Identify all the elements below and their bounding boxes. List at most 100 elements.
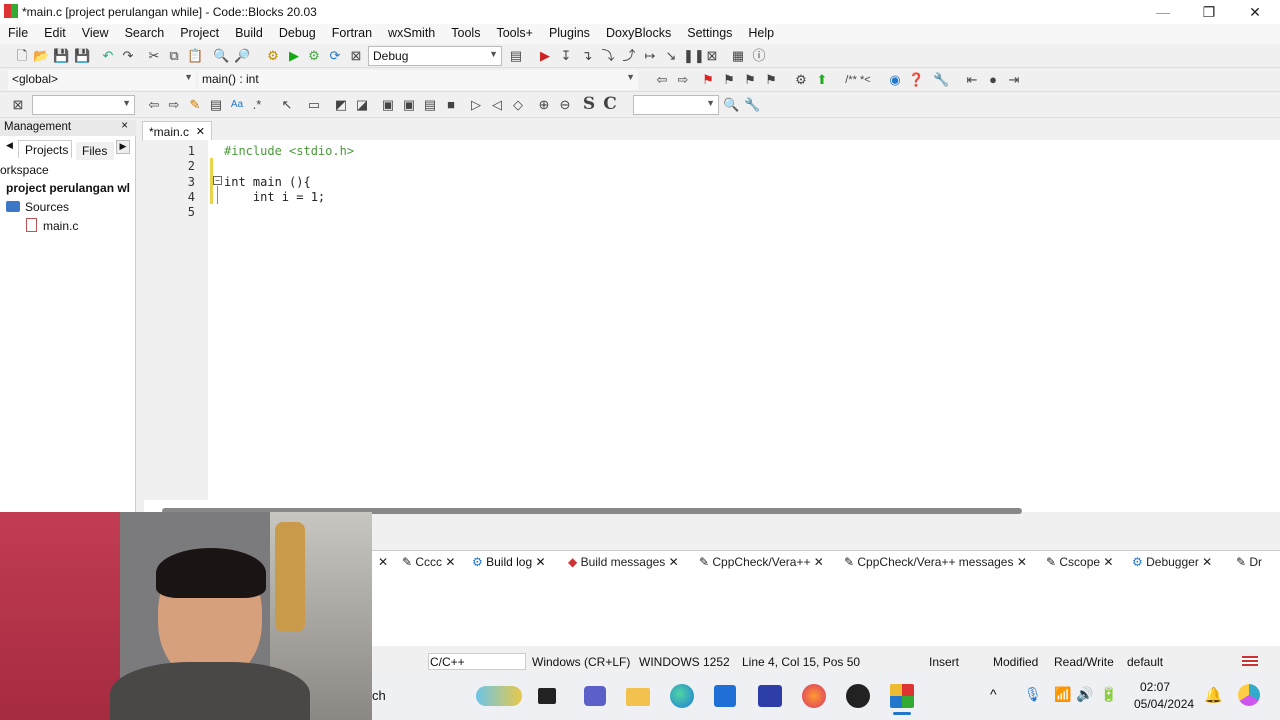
management-close-icon[interactable]: ×: [121, 120, 128, 132]
loop-block-icon[interactable]: ▣: [380, 97, 396, 113]
notification-bell-icon[interactable]: 🔔: [1204, 686, 1223, 704]
run-icon[interactable]: ▶: [286, 48, 302, 64]
log-tab-dr[interactable]: ✎ Dr: [1232, 551, 1266, 575]
pointer-icon[interactable]: ↖: [279, 97, 295, 113]
decision-alt-icon[interactable]: ◪: [354, 97, 370, 113]
rebuild-icon[interactable]: ⟳: [327, 48, 343, 64]
instruction-icon[interactable]: ▤: [422, 97, 438, 113]
search-back-icon[interactable]: ⇦: [146, 97, 162, 113]
tab-scroll-right-icon[interactable]: ▶: [116, 140, 130, 154]
log-tab-build-messages[interactable]: ◆ Build messages ✕: [564, 551, 683, 575]
s-button[interactable]: S: [581, 96, 597, 113]
debug-run-icon[interactable]: ▶: [537, 48, 553, 64]
zoom-out-icon[interactable]: ⊖: [557, 97, 573, 113]
close-icon[interactable]: ✕: [669, 555, 679, 569]
menu-help[interactable]: Help: [740, 24, 782, 44]
doxy-comment-icon[interactable]: /** *<: [838, 72, 878, 88]
app-icon[interactable]: [758, 685, 782, 707]
replace-icon[interactable]: 🔎: [234, 48, 250, 64]
menu-search[interactable]: Search: [117, 24, 173, 44]
menu-build[interactable]: Build: [227, 24, 271, 44]
menu-view[interactable]: View: [74, 24, 117, 44]
selected-text-icon[interactable]: ▤: [208, 97, 224, 113]
tab-projects[interactable]: Projects: [18, 140, 72, 158]
menu-file[interactable]: File: [0, 24, 36, 44]
decision-block-icon[interactable]: ◩: [333, 97, 349, 113]
save-icon[interactable]: 💾: [53, 48, 69, 64]
obs-icon[interactable]: [846, 684, 870, 708]
redo-icon[interactable]: ↷: [120, 48, 136, 64]
code-editor[interactable]: 1 2 3 4 5 − #include <stdio.h> int main …: [144, 140, 1280, 514]
open-icon[interactable]: 📂: [33, 48, 49, 64]
jump-back-icon[interactable]: ⇤: [964, 72, 980, 88]
menu-project[interactable]: Project: [172, 24, 227, 44]
wifi-icon[interactable]: 📶: [1054, 686, 1071, 703]
build-gear-icon[interactable]: ⚙: [265, 48, 281, 64]
workspace-node[interactable]: orkspace: [0, 163, 49, 177]
file-explorer-icon[interactable]: [626, 688, 650, 706]
file-node-main-c[interactable]: main.c: [43, 219, 78, 233]
jump-home-icon[interactable]: ●: [985, 72, 1001, 88]
menu-debug[interactable]: Debug: [271, 24, 324, 44]
find-tool-icon[interactable]: 🔧: [744, 97, 760, 113]
step-into-icon[interactable]: ⤵: [600, 48, 616, 64]
sources-node[interactable]: Sources: [25, 200, 69, 214]
symbol-select[interactable]: main() : int ▼: [198, 70, 638, 90]
log-tab-cccc[interactable]: ✎ Cccc ✕: [398, 551, 459, 575]
log-tab-cscope[interactable]: ✎ Cscope ✕: [1042, 551, 1117, 575]
block-icon[interactable]: ■: [443, 97, 459, 113]
menu-tools[interactable]: Tools: [443, 24, 488, 44]
doxy-html-icon[interactable]: ◉: [887, 72, 903, 88]
run-to-cursor-icon[interactable]: ↧: [558, 48, 574, 64]
search-combo[interactable]: ▼: [32, 95, 135, 115]
menu-settings[interactable]: Settings: [679, 24, 740, 44]
store-icon[interactable]: [714, 685, 736, 707]
find-page-icon[interactable]: 🔍: [723, 97, 739, 113]
taskbar-search-text[interactable]: ch: [372, 688, 386, 703]
fold-marker-icon[interactable]: −: [213, 176, 222, 185]
step-out-icon[interactable]: ⤴: [621, 48, 637, 64]
bookmark-next-icon[interactable]: ⚑: [742, 72, 758, 88]
log-tab-close-icon[interactable]: ✕: [374, 551, 392, 575]
zoom-in-icon[interactable]: ⊕: [536, 97, 552, 113]
menu-tools-plus[interactable]: Tools+: [488, 24, 540, 44]
debug-windows-icon[interactable]: ▦: [730, 48, 746, 64]
codeblocks-taskbar-icon[interactable]: [890, 684, 914, 708]
doxy-extract-icon[interactable]: ⬆: [814, 72, 830, 88]
close-icon[interactable]: ✕: [814, 555, 824, 569]
close-icon[interactable]: ✕: [1103, 555, 1113, 569]
paste-icon[interactable]: 📋: [187, 48, 203, 64]
next-instruction-icon[interactable]: ↦: [642, 48, 658, 64]
close-icon[interactable]: ✕: [445, 555, 455, 569]
chevron-up-icon[interactable]: ^: [990, 686, 997, 702]
forward-arrow-icon[interactable]: ⇨: [675, 72, 691, 88]
loop-alt-icon[interactable]: ▣: [401, 97, 417, 113]
cut-icon[interactable]: ✂: [146, 48, 162, 64]
task-view-icon[interactable]: [538, 688, 556, 704]
find-icon[interactable]: 🔍: [213, 48, 229, 64]
debug-info-icon[interactable]: ⓘ: [751, 48, 767, 64]
regex-icon[interactable]: .*: [249, 97, 265, 113]
clear-search-icon[interactable]: ⊠: [10, 97, 26, 113]
tab-scroll-left-icon[interactable]: ◀: [6, 140, 13, 151]
jump-forward-icon[interactable]: ⇥: [1006, 72, 1022, 88]
search-forward-icon[interactable]: ⇨: [166, 97, 182, 113]
tab-files[interactable]: Files: [76, 142, 114, 160]
highlight-icon[interactable]: ✎: [187, 97, 203, 113]
log-tab-cppcheck-messages[interactable]: ✎ CppCheck/Vera++ messages ✕: [840, 551, 1031, 575]
clock-date[interactable]: 05/04/2024: [1134, 697, 1194, 711]
close-icon[interactable]: ✕: [535, 555, 545, 569]
wrench-icon[interactable]: 🔧: [933, 72, 949, 88]
log-tab-build-log[interactable]: ⚙ Build log ✕: [468, 551, 550, 575]
menu-edit[interactable]: Edit: [36, 24, 74, 44]
close-icon[interactable]: ✕: [1017, 555, 1027, 569]
pause-icon[interactable]: ❚❚: [683, 48, 705, 64]
menu-doxyblocks[interactable]: DoxyBlocks: [598, 24, 679, 44]
firefox-icon[interactable]: [802, 684, 826, 708]
break-icon[interactable]: ▷: [468, 97, 484, 113]
minimize-button[interactable]: —: [1140, 0, 1186, 24]
menu-plugins[interactable]: Plugins: [541, 24, 598, 44]
back-arrow-icon[interactable]: ⇦: [654, 72, 670, 88]
continue-icon[interactable]: ◁: [489, 97, 505, 113]
match-case-icon[interactable]: Aa: [229, 97, 245, 113]
